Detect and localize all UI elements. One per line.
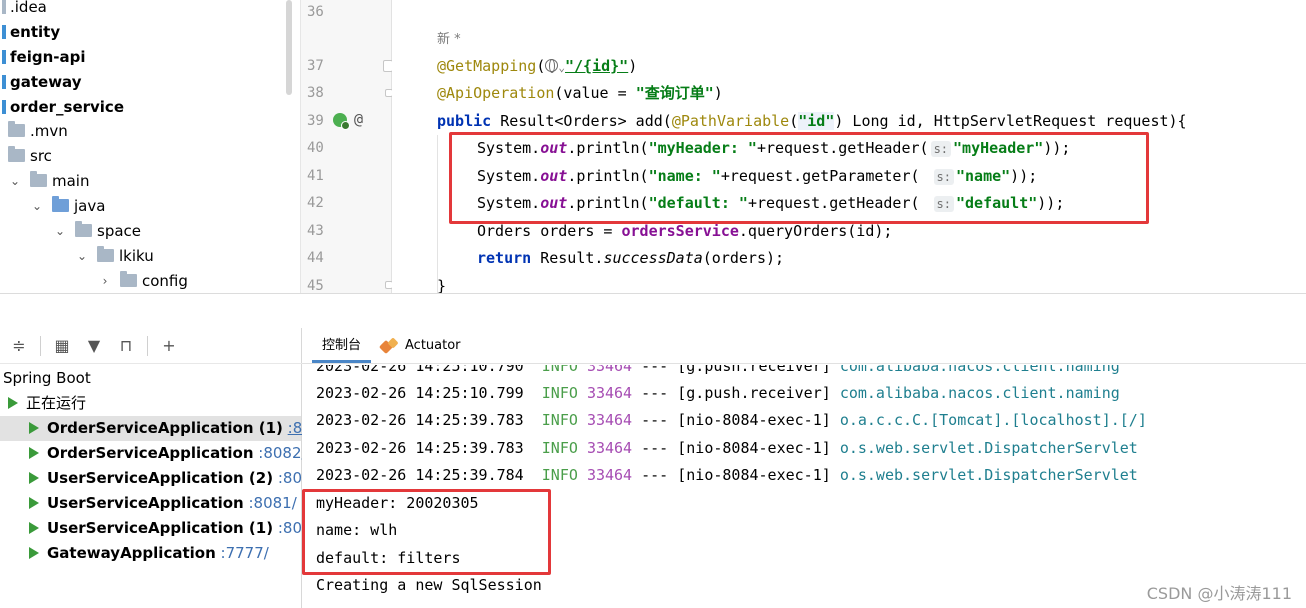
new-tab-icon[interactable]: ⊓: [115, 335, 137, 357]
param-hint: s:: [933, 169, 954, 185]
tree-item-order-service[interactable]: order_service: [2, 94, 124, 119]
service-item[interactable]: OrderServiceApplication :8082/: [29, 441, 307, 466]
module-marker-icon: [2, 49, 6, 64]
chevron-down-icon[interactable]: ⌄: [8, 174, 22, 188]
line-number: 43: [307, 223, 324, 239]
param-hint: s:: [933, 196, 954, 212]
code-line-37: @GetMapping(⌄"/{id}"): [437, 57, 638, 75]
module-marker-icon: [2, 0, 6, 14]
code-line-41: System.out.println("name: "+request.getP…: [477, 167, 1038, 185]
log-line: 2023-02-26 14:25:39.783 INFO 33464 --- […: [316, 411, 1147, 429]
add-service-icon[interactable]: +: [158, 335, 180, 357]
project-tree: .idea entity feign-api gateway order_ser…: [0, 0, 300, 293]
services-root[interactable]: Spring Boot: [3, 366, 91, 391]
service-item[interactable]: GatewayApplication :7777/: [29, 541, 269, 566]
folder-icon: [8, 146, 25, 162]
service-item[interactable]: UserServiceApplication (1) :8080/: [29, 516, 326, 541]
console-tabbar: 控制台 Actuator: [302, 328, 1306, 364]
output-line: Creating a new SqlSession: [316, 576, 542, 594]
tree-scrollbar[interactable]: [286, 0, 292, 95]
log-line: 2023-02-26 14:25:10.799 INFO 33464 --- […: [316, 384, 1120, 402]
package-icon: [97, 246, 114, 262]
tree-item-mvn[interactable]: .mvn: [8, 118, 68, 143]
code-line-45: }: [437, 277, 447, 295]
folder-icon: [8, 121, 25, 137]
line-number: 45: [307, 278, 324, 294]
module-marker-icon: [2, 99, 6, 114]
actuator-icon: [381, 338, 399, 352]
package-icon: [120, 271, 137, 287]
param-hint: s:: [930, 141, 952, 157]
toolbar-separator: [40, 335, 41, 356]
tree-item-lkiku[interactable]: ⌄ lkiku: [75, 243, 154, 268]
line-number: 41: [307, 168, 324, 184]
web-icon[interactable]: [545, 59, 559, 73]
code-line-39: public Result<Orders> add(@PathVariable(…: [437, 112, 1187, 130]
tree-item-space[interactable]: ⌄ space: [53, 218, 141, 243]
run-endpoint-icon[interactable]: [333, 113, 350, 130]
tree-item-gateway[interactable]: gateway: [2, 69, 82, 94]
panel-divider[interactable]: [0, 293, 1306, 294]
tab-console[interactable]: 控制台: [312, 327, 372, 363]
line-number: 44: [307, 250, 324, 266]
tree-item-feign-api[interactable]: feign-api: [2, 44, 85, 69]
services-toolbar: ≑ ▦ ▼ ⊓ +: [0, 328, 302, 364]
chevron-down-icon[interactable]: ⌄: [53, 224, 67, 238]
tree-item-config[interactable]: › config: [98, 268, 188, 293]
service-item[interactable]: UserServiceApplication :8081/: [29, 491, 297, 516]
tree-item-idea[interactable]: .idea: [2, 0, 47, 19]
folder-icon: [30, 171, 47, 187]
output-line: default: filters: [316, 549, 461, 567]
chevron-right-icon[interactable]: ›: [98, 274, 112, 288]
source-folder-icon: [52, 196, 69, 212]
code-line-42: System.out.println("default: "+request.g…: [477, 194, 1065, 212]
group-by-icon[interactable]: ▦: [51, 335, 73, 357]
run-icon: [29, 547, 39, 559]
log-line: 2023-02-26 14:25:39.784 INFO 33464 --- […: [316, 466, 1138, 484]
service-item[interactable]: UserServiceApplication (2) :8083/: [29, 466, 326, 491]
line-number: 38: [307, 85, 324, 101]
run-icon: [29, 447, 39, 459]
line-number: 42: [307, 195, 324, 211]
tab-actuator[interactable]: Actuator: [371, 327, 471, 363]
tree-item-src[interactable]: src: [8, 143, 52, 168]
chevron-down-icon[interactable]: ⌄: [30, 199, 44, 213]
services-group-running[interactable]: 正在运行: [8, 391, 86, 416]
run-icon: [29, 472, 39, 484]
toolbar-separator: [147, 335, 148, 356]
output-line: myHeader: 20020305: [316, 494, 479, 512]
code-line-38: @ApiOperation(value = "查询订单"): [437, 84, 723, 102]
run-icon: [29, 522, 39, 534]
output-line: name: wlh: [316, 521, 398, 539]
module-marker-icon: [2, 74, 6, 89]
line-number: 37: [307, 58, 324, 74]
author-hint: 新 *: [437, 32, 461, 47]
chevron-down-icon[interactable]: ⌄: [75, 249, 89, 263]
run-icon: [29, 422, 39, 434]
run-icon: [29, 497, 39, 509]
code-line-40: System.out.println("myHeader: "+request.…: [477, 139, 1071, 157]
tree-item-entity[interactable]: entity: [2, 19, 60, 44]
log-line: 2023-02-26 14:25:39.783 INFO 33464 --- […: [316, 439, 1138, 457]
package-icon: [75, 221, 92, 237]
run-icon: [8, 397, 18, 409]
code-line-43: Orders orders = ordersService.queryOrder…: [477, 222, 893, 240]
collapse-all-icon[interactable]: ≑: [8, 335, 30, 357]
tree-item-java[interactable]: ⌄ java: [30, 193, 105, 218]
watermark: CSDN @小涛涛111: [1146, 584, 1292, 603]
filter-icon[interactable]: ▼: [83, 335, 105, 357]
tree-item-main[interactable]: ⌄ main: [8, 168, 89, 193]
code-line-44: return Result.successData(orders);: [477, 249, 785, 267]
annotation-icon[interactable]: @: [354, 110, 363, 128]
line-number: 40: [307, 140, 324, 156]
module-marker-icon: [2, 24, 6, 39]
line-number: 39: [307, 113, 324, 129]
service-item[interactable]: OrderServiceApplication (1) :8084: [0, 416, 331, 441]
line-number: 36: [307, 4, 324, 20]
indent-guide: [437, 135, 438, 293]
